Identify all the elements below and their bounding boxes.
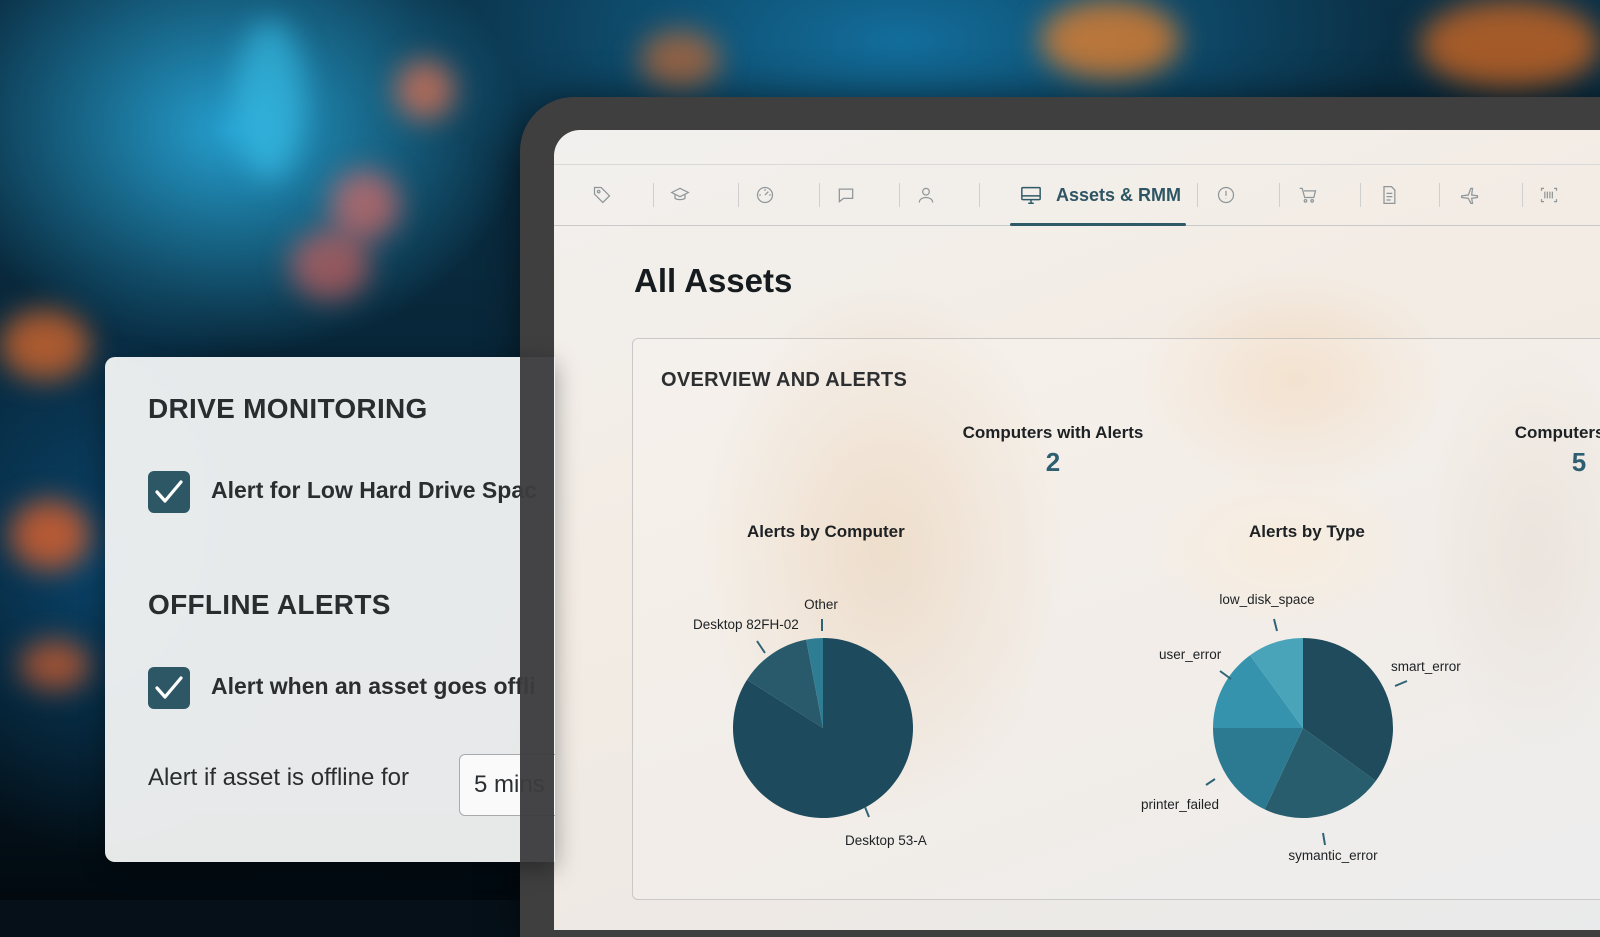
bokeh-light — [395, 60, 455, 120]
monitor-icon — [1020, 184, 1042, 211]
offline-alert-label[interactable]: Alert when an asset goes offli — [211, 673, 536, 700]
plane-icon[interactable] — [1460, 185, 1480, 205]
user-icon[interactable] — [916, 185, 936, 205]
nav-divider — [1522, 183, 1523, 207]
tab-assets-rmm[interactable]: Assets & RMM — [1010, 165, 1186, 226]
pie-slice-label: symantic_error — [1288, 848, 1378, 863]
pie-slice-label: printer_failed — [1141, 797, 1219, 812]
low-drive-space-checkbox[interactable] — [148, 471, 190, 513]
bokeh-light — [235, 20, 305, 180]
alert-settings-card: DRIVE MONITORING Alert for Low Hard Driv… — [105, 357, 555, 862]
bokeh-light — [1040, 0, 1180, 80]
nav-divider — [1279, 183, 1280, 207]
nav-divider — [738, 183, 739, 207]
drive-monitoring-heading: DRIVE MONITORING — [148, 393, 428, 424]
barcode-icon[interactable] — [1539, 185, 1559, 205]
low-drive-space-label[interactable]: Alert for Low Hard Drive Spac — [211, 477, 537, 504]
pie-label-leader — [1219, 670, 1232, 680]
chat-bubble-icon[interactable] — [836, 185, 856, 205]
bokeh-light — [290, 230, 370, 300]
active-tab-indicator — [1010, 223, 1186, 226]
check-icon — [155, 480, 183, 503]
pie-label-leader — [1205, 778, 1216, 786]
graduation-cap-icon[interactable] — [670, 185, 690, 205]
pie-label-leader — [1322, 832, 1326, 846]
overview-card: OVERVIEW AND ALERTS Computers with Alert… — [632, 338, 1600, 900]
bokeh-light — [20, 640, 90, 690]
bokeh-light — [330, 170, 400, 240]
pie-slice-label: user_error — [1159, 647, 1222, 662]
bokeh-light — [640, 30, 720, 90]
offline-alert-checkbox[interactable] — [148, 667, 190, 709]
document-icon[interactable] — [1379, 185, 1399, 205]
nav-divider — [819, 183, 820, 207]
pie-slice-label: low_disk_space — [1219, 592, 1314, 607]
check-icon — [155, 676, 183, 699]
tab-label: Assets & RMM — [1056, 185, 1182, 205]
app-screen: Assets & RMM All Assets OVERVIEW AND ALE… — [554, 130, 1600, 930]
dashboard-gauge-icon[interactable] — [755, 185, 775, 205]
nav-divider — [1197, 183, 1198, 207]
nav-divider — [1439, 183, 1440, 207]
nav-divider — [979, 183, 980, 207]
shopping-cart-icon[interactable] — [1298, 185, 1318, 205]
offline-duration-label: Alert if asset is offline for — [148, 764, 409, 791]
nav-divider — [653, 183, 654, 207]
page-title: All Assets — [634, 262, 793, 299]
nav-divider — [1360, 183, 1361, 207]
pie-label-leader — [1273, 618, 1278, 632]
bokeh-light — [10, 500, 90, 570]
alert-circle-icon[interactable] — [1216, 185, 1236, 205]
pie-slice-label: smart_error — [1391, 659, 1461, 674]
tag-icon[interactable] — [592, 185, 612, 205]
pie-label-leader — [1394, 680, 1408, 687]
nav-divider — [899, 183, 900, 207]
top-nav: Assets & RMM — [554, 164, 1600, 226]
bokeh-light — [0, 310, 90, 380]
pie-chart-alerts-by-type: smart_error symantic_error printer_failed u… — [1141, 592, 1461, 863]
bokeh-light — [1420, 0, 1600, 90]
offline-alerts-heading: OFFLINE ALERTS — [148, 589, 391, 620]
monitor-bezel-edge — [520, 357, 554, 862]
